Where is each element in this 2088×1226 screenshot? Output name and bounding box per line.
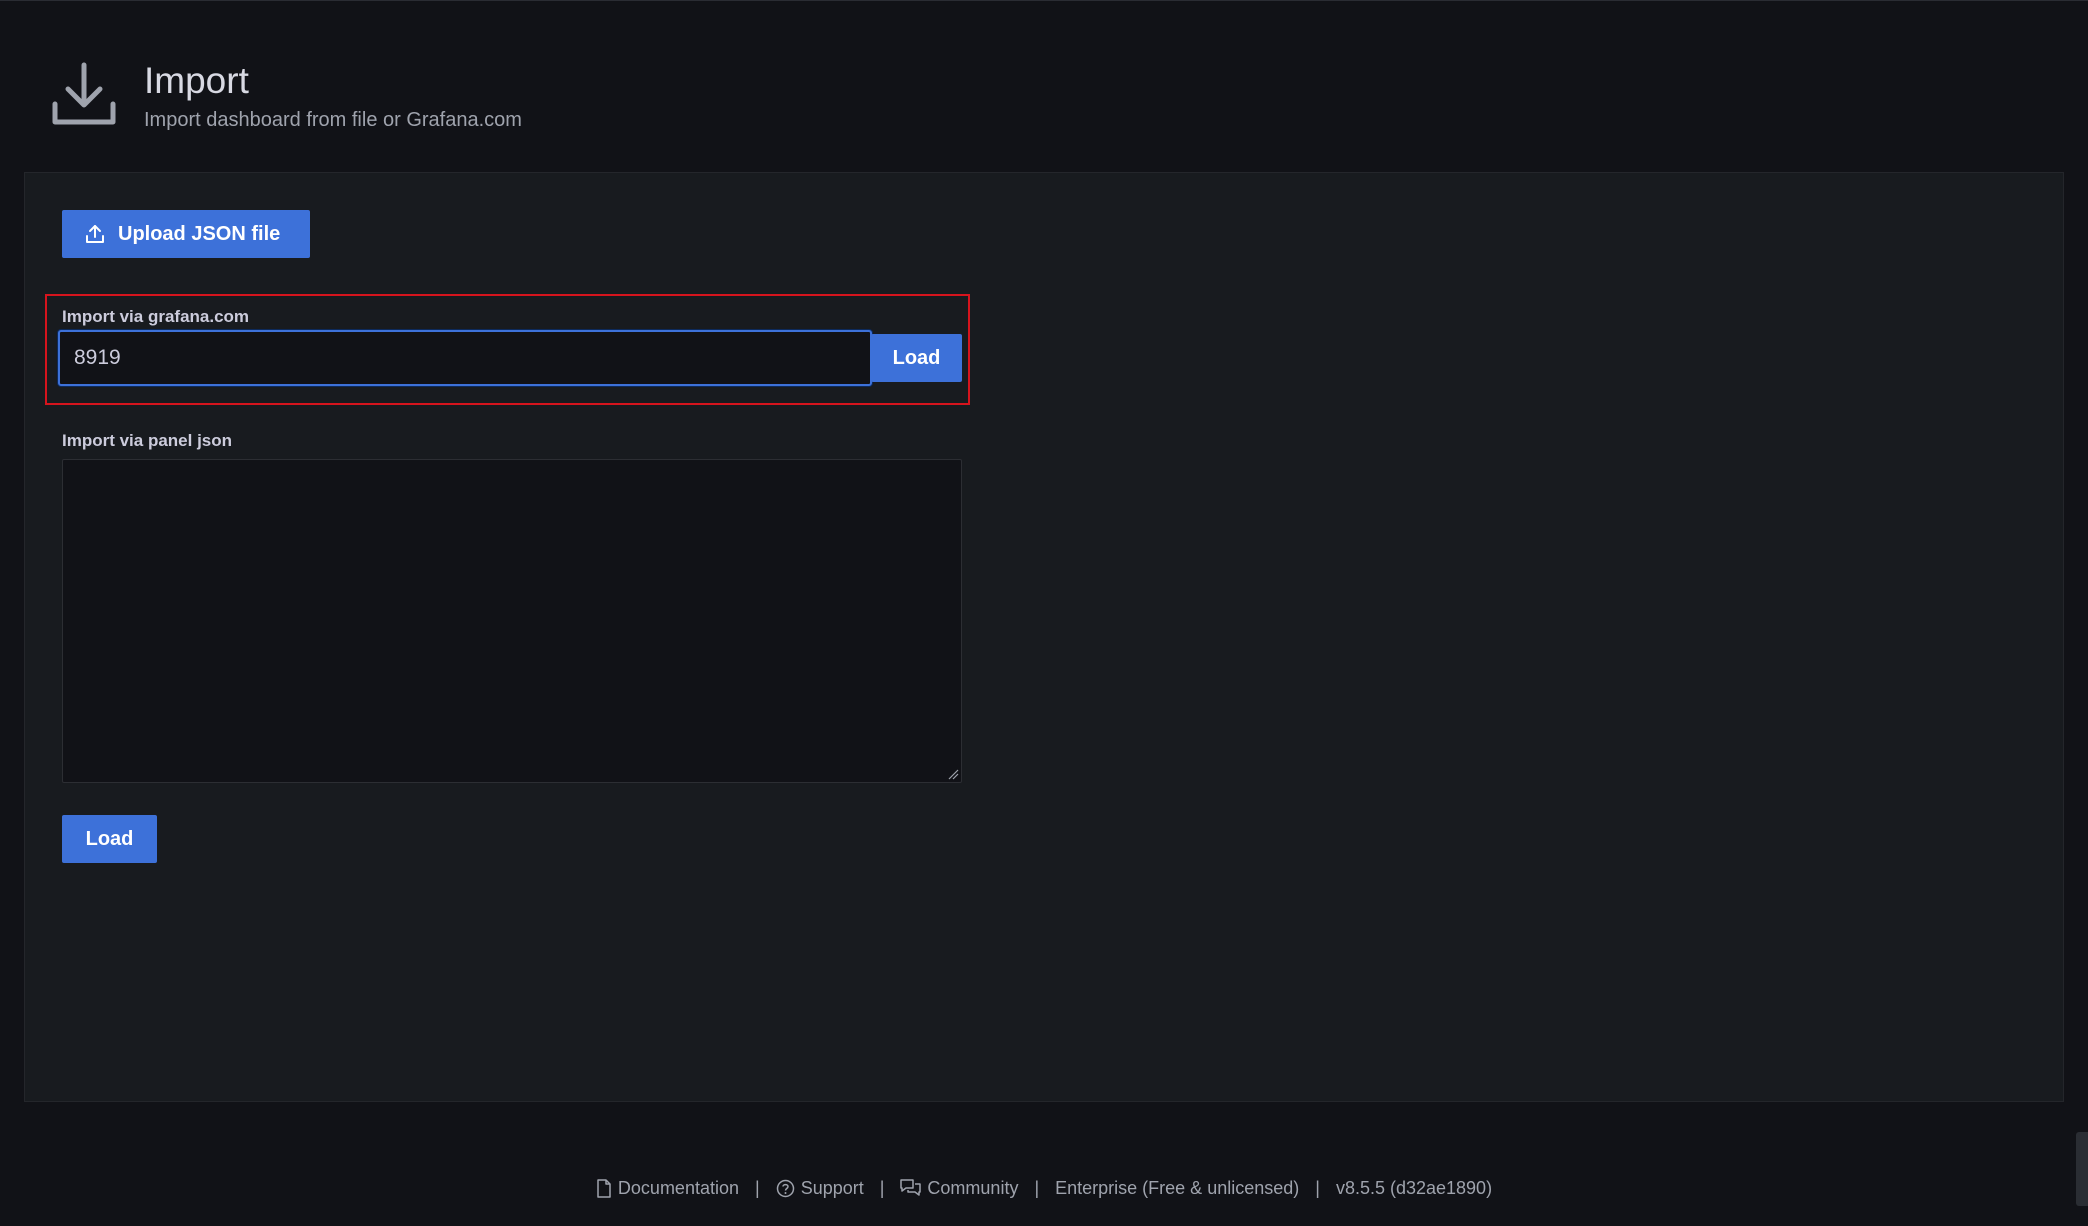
support-label: Support (800, 1177, 864, 1198)
download-icon (52, 62, 116, 125)
footer: Documentation | Support | Community | En… (0, 1174, 2088, 1202)
page-subtitle: Import dashboard from file or Grafana.co… (144, 109, 522, 131)
load-panel-json-button[interactable]: Load (62, 815, 157, 863)
community-link[interactable]: Community (900, 1178, 1018, 1199)
footer-separator: | (755, 1177, 760, 1198)
upload-icon (86, 225, 104, 243)
scroll-indicator[interactable] (2076, 1132, 2088, 1206)
footer-separator: | (879, 1177, 885, 1198)
panel-json-textarea[interactable] (62, 459, 962, 783)
upload-json-label: Upload JSON file (118, 222, 281, 245)
question-circle-icon (776, 1179, 794, 1197)
resize-grip-icon[interactable] (948, 769, 959, 780)
top-border (0, 0, 2088, 1)
community-label: Community (927, 1177, 1019, 1198)
documentation-label: Documentation (617, 1177, 739, 1198)
document-icon (597, 1178, 611, 1198)
grafana-com-id-input[interactable] (58, 330, 872, 386)
import-card: Upload JSON file Import via grafana.com … (24, 172, 2064, 1102)
page-title: Import (144, 60, 249, 101)
license-text: Enterprise (Free & unlicensed) (1055, 1177, 1300, 1198)
page-header: Import Import dashboard from file or Gra… (50, 60, 1450, 140)
panel-json-label: Import via panel json (62, 431, 233, 450)
grafana-com-label: Import via grafana.com (62, 307, 250, 326)
version-text: v8.5.5 (d32ae1890) (1335, 1177, 1493, 1198)
footer-separator: | (1315, 1177, 1320, 1198)
support-link[interactable]: Support (776, 1178, 864, 1199)
load-grafana-com-button[interactable]: Load (871, 334, 962, 382)
upload-json-button[interactable]: Upload JSON file (62, 210, 310, 258)
comments-icon (900, 1179, 922, 1196)
footer-separator: | (1034, 1177, 1040, 1198)
documentation-link[interactable]: Documentation (596, 1178, 739, 1199)
